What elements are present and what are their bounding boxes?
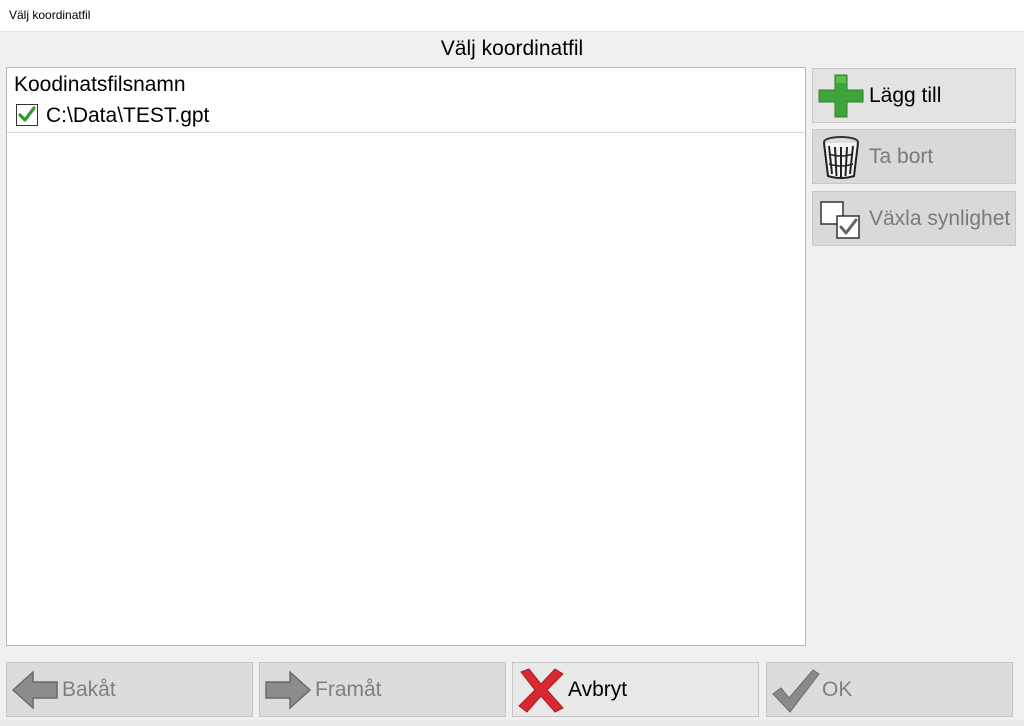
toggle-visibility-label: Växla synlighet bbox=[869, 207, 1011, 230]
forward-button-label: Framåt bbox=[315, 678, 382, 701]
arrow-right-icon bbox=[265, 670, 312, 710]
list-item[interactable]: C:\Data\TEST.gpt bbox=[7, 100, 805, 133]
file-list: Koodinatsfilsnamn C:\Data\TEST.gpt bbox=[6, 67, 806, 646]
visibility-toggle-icon bbox=[820, 201, 860, 239]
back-button[interactable]: Bakåt bbox=[6, 662, 253, 717]
toggle-visibility-button[interactable]: Växla synlighet bbox=[812, 191, 1016, 246]
forward-button[interactable]: Framåt bbox=[259, 662, 506, 717]
checkmark-icon bbox=[772, 669, 820, 713]
arrow-left-icon bbox=[11, 670, 58, 710]
dialog-heading: Välj koordinatfil bbox=[440, 37, 584, 60]
visibility-checkbox[interactable] bbox=[16, 104, 38, 126]
window-title: Välj koordinatfil bbox=[9, 8, 91, 22]
remove-button-label: Ta bort bbox=[869, 145, 934, 168]
file-path: C:\Data\TEST.gpt bbox=[46, 104, 210, 127]
ok-button[interactable]: OK bbox=[766, 662, 1013, 717]
red-x-icon bbox=[518, 668, 564, 713]
cancel-button-label: Avbryt bbox=[568, 678, 628, 701]
cancel-button[interactable]: Avbryt bbox=[512, 662, 759, 717]
bottom-edge bbox=[0, 720, 1024, 726]
title-bar: Välj koordinatfil bbox=[0, 0, 1024, 32]
remove-button[interactable]: Ta bort bbox=[812, 129, 1016, 184]
list-column-header: Koodinatsfilsnamn bbox=[14, 73, 186, 96]
back-button-label: Bakåt bbox=[62, 678, 116, 701]
add-button-label: Lägg till bbox=[869, 84, 942, 107]
add-button[interactable]: Lägg till bbox=[812, 68, 1016, 123]
check-icon bbox=[18, 106, 36, 122]
plus-icon bbox=[818, 74, 864, 118]
trash-icon bbox=[823, 136, 859, 179]
ok-button-label: OK bbox=[822, 678, 853, 701]
